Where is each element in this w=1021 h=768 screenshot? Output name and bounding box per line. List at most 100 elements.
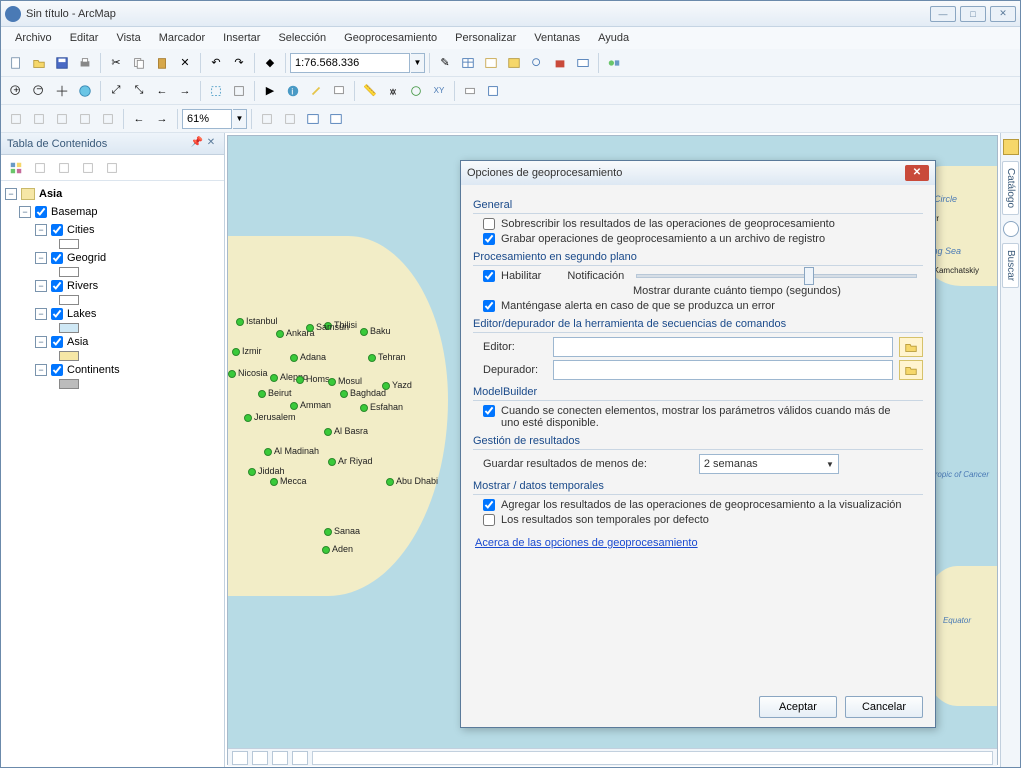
- collapse-icon[interactable]: −: [35, 224, 47, 236]
- copy-icon[interactable]: [128, 52, 150, 74]
- model-builder-icon[interactable]: [603, 52, 625, 74]
- keep-results-combo[interactable]: 2 semanas▼: [699, 454, 839, 474]
- collapse-icon[interactable]: −: [35, 364, 47, 376]
- debugger-browse-button[interactable]: [899, 360, 923, 380]
- pause-icon[interactable]: [292, 751, 308, 765]
- close-button[interactable]: ✕: [990, 6, 1016, 22]
- tab-catalog[interactable]: Catálogo: [1002, 161, 1019, 215]
- pointer-icon[interactable]: ▶: [259, 80, 281, 102]
- list-by-drawing-icon[interactable]: [5, 157, 27, 179]
- find-icon[interactable]: [382, 80, 404, 102]
- pin-icon[interactable]: 📌: [190, 137, 204, 151]
- menu-geoprocesamiento[interactable]: Geoprocesamiento: [336, 30, 445, 46]
- menu-archivo[interactable]: Archivo: [7, 30, 60, 46]
- python-icon[interactable]: [572, 52, 594, 74]
- options-icon[interactable]: [101, 157, 123, 179]
- find-route-icon[interactable]: [405, 80, 427, 102]
- menu-personalizar[interactable]: Personalizar: [447, 30, 524, 46]
- layer-checkbox[interactable]: [51, 336, 63, 348]
- layout-btn-1[interactable]: [5, 108, 27, 130]
- layer-checkbox[interactable]: [51, 224, 63, 236]
- zoom-in-icon[interactable]: +: [5, 80, 27, 102]
- cut-icon[interactable]: ✂: [105, 52, 127, 74]
- group-layer-name[interactable]: Basemap: [51, 206, 97, 218]
- maximize-button[interactable]: □: [960, 6, 986, 22]
- menu-ayuda[interactable]: Ayuda: [590, 30, 637, 46]
- accept-button[interactable]: Aceptar: [759, 696, 837, 718]
- layout-btn-5[interactable]: [97, 108, 119, 130]
- dd-icon-2[interactable]: [279, 108, 301, 130]
- layout-btn-2[interactable]: [28, 108, 50, 130]
- layer-checkbox[interactable]: [35, 206, 47, 218]
- table-icon[interactable]: [457, 52, 479, 74]
- menu-vista[interactable]: Vista: [108, 30, 148, 46]
- layer-name[interactable]: Asia: [67, 336, 88, 348]
- menu-insertar[interactable]: Insertar: [215, 30, 268, 46]
- list-by-source-icon[interactable]: [29, 157, 51, 179]
- print-icon[interactable]: [74, 52, 96, 74]
- layer-name[interactable]: Continents: [67, 364, 120, 376]
- menu-editar[interactable]: Editar: [62, 30, 107, 46]
- collapse-icon[interactable]: −: [5, 188, 17, 200]
- layout-view-icon[interactable]: [252, 751, 268, 765]
- cancel-button[interactable]: Cancelar: [845, 696, 923, 718]
- toc-close-icon[interactable]: ✕: [204, 137, 218, 151]
- log-checkbox[interactable]: [483, 233, 495, 245]
- refresh-icon[interactable]: [272, 751, 288, 765]
- layout-forward-icon[interactable]: →: [151, 108, 173, 130]
- dialog-close-button[interactable]: ✕: [905, 165, 929, 181]
- new-icon[interactable]: [5, 52, 27, 74]
- dataframe-name[interactable]: Asia: [39, 188, 62, 200]
- layout-back-icon[interactable]: ←: [128, 108, 150, 130]
- measure-icon[interactable]: 📏: [359, 80, 381, 102]
- search-window-icon[interactable]: [526, 52, 548, 74]
- fixed-zoom-out-icon[interactable]: ⤡: [128, 80, 150, 102]
- paste-icon[interactable]: [151, 52, 173, 74]
- menu-marcador[interactable]: Marcador: [151, 30, 213, 46]
- dd-icon-1[interactable]: [256, 108, 278, 130]
- layer-checkbox[interactable]: [51, 364, 63, 376]
- layer-name[interactable]: Rivers: [67, 280, 98, 292]
- stay-alert-checkbox[interactable]: [483, 300, 495, 312]
- forward-icon[interactable]: →: [174, 80, 196, 102]
- layer-name[interactable]: Lakes: [67, 308, 96, 320]
- about-link[interactable]: Acerca de las opciones de geoprocesamien…: [475, 537, 698, 549]
- scale-dropdown[interactable]: ▼: [411, 53, 425, 73]
- toolbar-options-icon[interactable]: [302, 108, 324, 130]
- debugger-input[interactable]: [553, 360, 893, 380]
- editor-input[interactable]: [553, 337, 893, 357]
- editor-browse-button[interactable]: [899, 337, 923, 357]
- scrollbar[interactable]: [312, 751, 993, 765]
- list-by-visibility-icon[interactable]: [53, 157, 75, 179]
- undo-icon[interactable]: ↶: [205, 52, 227, 74]
- add-data-icon[interactable]: ◆: [259, 52, 281, 74]
- arc-toolbox-icon[interactable]: [549, 52, 571, 74]
- zoom-pct-input[interactable]: [182, 109, 232, 129]
- collapse-icon[interactable]: −: [19, 206, 31, 218]
- notif-slider[interactable]: [636, 274, 917, 278]
- collapse-icon[interactable]: −: [35, 336, 47, 348]
- html-popup-icon[interactable]: [328, 80, 350, 102]
- list-by-selection-icon[interactable]: [77, 157, 99, 179]
- select-features-icon[interactable]: [205, 80, 227, 102]
- layer-checkbox[interactable]: [51, 280, 63, 292]
- hyperlink-icon[interactable]: [305, 80, 327, 102]
- layout-btn-4[interactable]: [74, 108, 96, 130]
- layout-btn-3[interactable]: [51, 108, 73, 130]
- toc-tree[interactable]: − Asia − Basemap −Cities−Geogrid−Rivers−…: [1, 181, 224, 767]
- save-icon[interactable]: [51, 52, 73, 74]
- overwrite-checkbox[interactable]: [483, 218, 495, 230]
- mb-checkbox[interactable]: [483, 405, 495, 417]
- add-results-checkbox[interactable]: [483, 499, 495, 511]
- scale-input[interactable]: [290, 53, 410, 73]
- collapse-icon[interactable]: −: [35, 252, 47, 264]
- tab-search[interactable]: Buscar: [1002, 243, 1019, 288]
- catalog-icon[interactable]: [503, 52, 525, 74]
- toc-icon[interactable]: [480, 52, 502, 74]
- zoom-out-icon[interactable]: −: [28, 80, 50, 102]
- collapse-icon[interactable]: −: [35, 280, 47, 292]
- layer-checkbox[interactable]: [51, 308, 63, 320]
- search-tab-icon[interactable]: [1003, 221, 1019, 237]
- menu-seleccion[interactable]: Selección: [270, 30, 334, 46]
- full-extent-icon[interactable]: [74, 80, 96, 102]
